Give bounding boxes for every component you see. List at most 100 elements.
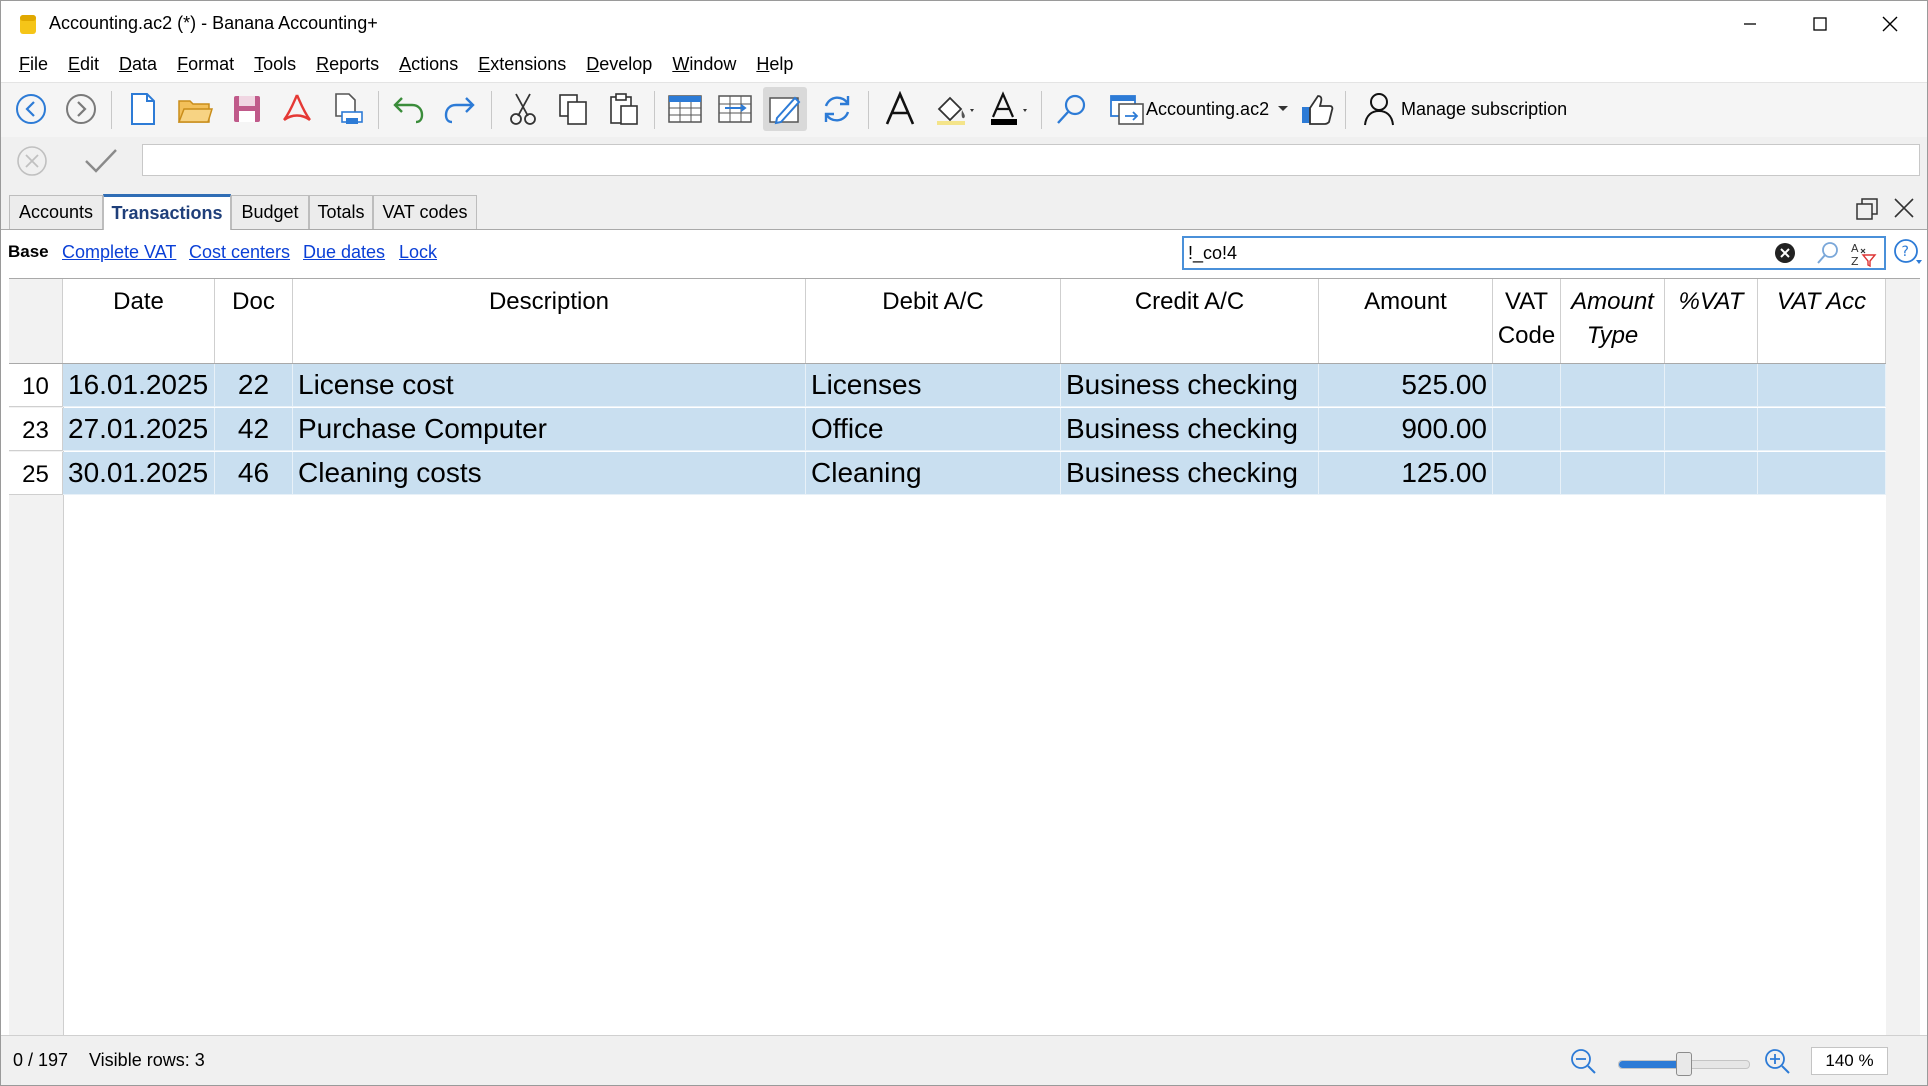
tab-totals[interactable]: Totals	[309, 195, 373, 229]
menu-develop[interactable]: Develop	[576, 54, 662, 75]
col-header-debit[interactable]: Debit A/C	[806, 279, 1061, 363]
feedback-button[interactable]	[1295, 87, 1339, 131]
help-button[interactable]: ?	[1893, 238, 1923, 268]
font-button[interactable]	[878, 87, 922, 131]
view-base[interactable]: Base	[8, 242, 49, 262]
manage-subscription-link[interactable]: Manage subscription	[1401, 99, 1567, 120]
filter-search-input[interactable]: !_co!4	[1188, 243, 1237, 264]
fill-color-button[interactable]	[933, 87, 977, 131]
minimize-button[interactable]	[1715, 1, 1785, 47]
new-file-button[interactable]	[121, 87, 165, 131]
cell-pct-vat[interactable]	[1665, 408, 1758, 451]
table-row[interactable]: 25 30.01.2025 46 Cleaning costs Cleaning Busi…	[9, 452, 1886, 495]
cell-edit-input[interactable]	[142, 144, 1920, 176]
menu-window[interactable]: Window	[662, 54, 746, 75]
open-file-button[interactable]	[173, 87, 217, 131]
col-header-amount-type[interactable]: Amount Type	[1561, 279, 1665, 363]
cell-amount[interactable]: 125.00	[1319, 452, 1493, 495]
tab-budget[interactable]: Budget	[231, 195, 309, 229]
cell-credit[interactable]: Business checking	[1061, 452, 1319, 495]
col-header-credit[interactable]: Credit A/C	[1061, 279, 1319, 363]
cell-vat-code[interactable]	[1493, 364, 1561, 407]
zoom-slider-thumb[interactable]	[1676, 1052, 1692, 1076]
view-cost-centers[interactable]: Cost centers	[189, 242, 290, 263]
close-pane-button[interactable]	[1893, 197, 1919, 223]
cut-button[interactable]	[501, 87, 545, 131]
zoom-level-field[interactable]: 140 %	[1811, 1047, 1888, 1075]
menu-actions[interactable]: Actions	[389, 54, 468, 75]
restore-pane-button[interactable]	[1855, 197, 1881, 223]
copy-button[interactable]	[551, 87, 595, 131]
sort-filter-button[interactable]: AZ	[1849, 241, 1879, 268]
tab-accounts[interactable]: Accounts	[9, 195, 103, 229]
cell-date[interactable]: 30.01.2025	[63, 452, 215, 495]
cell-doc[interactable]: 46	[215, 452, 293, 495]
table-row[interactable]: 10 16.01.2025 22 License cost Licenses Busine…	[9, 364, 1886, 407]
clear-search-button[interactable]	[1774, 242, 1798, 266]
cell-debit[interactable]: Licenses	[806, 364, 1061, 407]
maximize-button[interactable]	[1785, 1, 1855, 47]
close-window-button[interactable]	[1855, 1, 1925, 47]
table-row[interactable]: 23 27.01.2025 42 Purchase Computer Office Bus…	[9, 408, 1886, 451]
col-header-vat-code[interactable]: VAT Code	[1493, 279, 1561, 363]
menu-file[interactable]: File	[9, 54, 58, 75]
save-button[interactable]	[225, 87, 269, 131]
col-header-date[interactable]: Date	[63, 279, 215, 363]
row-number[interactable]: 23	[9, 408, 63, 451]
cell-debit[interactable]: Cleaning	[806, 452, 1061, 495]
view-complete-vat[interactable]: Complete VAT	[62, 242, 176, 263]
cell-date[interactable]: 16.01.2025	[63, 364, 215, 407]
file-selector-dropdown[interactable]	[1273, 87, 1293, 131]
cell-vat-acc[interactable]	[1758, 408, 1886, 451]
window-switch-button[interactable]	[1105, 87, 1149, 131]
cell-description[interactable]: License cost	[293, 364, 806, 407]
menu-tools[interactable]: Tools	[244, 54, 306, 75]
cell-date[interactable]: 27.01.2025	[63, 408, 215, 451]
menu-format[interactable]: Format	[167, 54, 244, 75]
menu-data[interactable]: Data	[109, 54, 167, 75]
cell-description[interactable]: Cleaning costs	[293, 452, 806, 495]
file-selector-label[interactable]: Accounting.ac2	[1146, 99, 1269, 120]
account-button[interactable]	[1357, 87, 1401, 131]
cell-amount[interactable]: 900.00	[1319, 408, 1493, 451]
cell-vat-acc[interactable]	[1758, 452, 1886, 495]
view-due-dates[interactable]: Due dates	[303, 242, 385, 263]
cell-debit[interactable]: Office	[806, 408, 1061, 451]
forward-button[interactable]	[59, 87, 103, 131]
menu-reports[interactable]: Reports	[306, 54, 389, 75]
col-header-vat-acc[interactable]: VAT Acc	[1758, 279, 1886, 363]
cell-credit[interactable]: Business checking	[1061, 364, 1319, 407]
tab-vat-codes[interactable]: VAT codes	[373, 195, 477, 229]
tab-transactions[interactable]: Transactions	[103, 194, 231, 230]
cell-amount-type[interactable]	[1561, 408, 1665, 451]
back-button[interactable]	[9, 87, 53, 131]
cell-doc[interactable]: 42	[215, 408, 293, 451]
menu-edit[interactable]: Edit	[58, 54, 109, 75]
cell-vat-code[interactable]	[1493, 452, 1561, 495]
cancel-edit-button[interactable]	[15, 144, 49, 178]
search-button[interactable]	[1050, 87, 1094, 131]
cell-pct-vat[interactable]	[1665, 452, 1758, 495]
paste-button[interactable]	[602, 87, 646, 131]
row-number[interactable]: 25	[9, 452, 63, 495]
zoom-in-button[interactable]	[1763, 1047, 1793, 1077]
col-header-pct-vat[interactable]: %VAT	[1665, 279, 1758, 363]
redo-button[interactable]	[437, 87, 481, 131]
search-submit-button[interactable]	[1816, 241, 1842, 267]
menu-help[interactable]: Help	[746, 54, 803, 75]
cell-description[interactable]: Purchase Computer	[293, 408, 806, 451]
zoom-out-button[interactable]	[1569, 1047, 1599, 1077]
export-pdf-button[interactable]	[275, 87, 319, 131]
insert-rows-button[interactable]	[663, 87, 707, 131]
undo-button[interactable]	[387, 87, 431, 131]
col-header-amount[interactable]: Amount	[1319, 279, 1493, 363]
cell-amount-type[interactable]	[1561, 452, 1665, 495]
col-header-description[interactable]: Description	[293, 279, 806, 363]
edit-mode-button[interactable]	[763, 87, 807, 131]
cell-doc[interactable]: 22	[215, 364, 293, 407]
cell-pct-vat[interactable]	[1665, 364, 1758, 407]
move-rows-button[interactable]	[713, 87, 757, 131]
text-color-button[interactable]	[987, 87, 1031, 131]
confirm-edit-button[interactable]	[81, 144, 121, 178]
col-header-doc[interactable]: Doc	[215, 279, 293, 363]
